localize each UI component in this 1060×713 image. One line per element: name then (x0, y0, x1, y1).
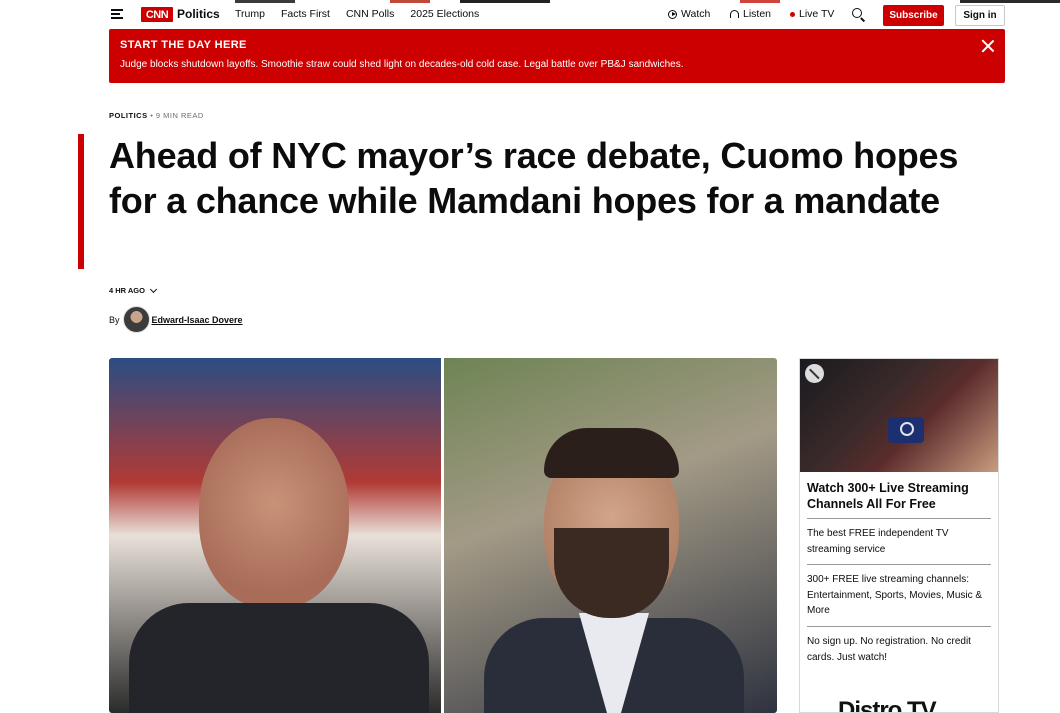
ad-item-2: 300+ FREE live streaming channels: Enter… (807, 564, 991, 619)
nav-item-2025-elections[interactable]: 2025 Elections (410, 8, 479, 20)
subscribe-button[interactable]: Subscribe (883, 5, 944, 26)
author-avatar[interactable] (122, 306, 150, 333)
ad-video[interactable] (800, 359, 998, 472)
byline: By Edward-Isaac Dovere (109, 306, 243, 333)
timestamp-text: 4 HR AGO (109, 286, 145, 295)
site-header: CNN Politics Trump Facts First CNN Polls… (0, 3, 1060, 27)
distro-tv-logo: Distro TV (838, 697, 937, 713)
byline-prefix: By (109, 314, 120, 325)
top-nav: Trump Facts First CNN Polls 2025 Electio… (235, 8, 479, 20)
author-link[interactable]: Edward-Isaac Dovere (152, 315, 243, 325)
cnn-logo[interactable]: CNN (141, 7, 173, 22)
headphones-icon (730, 10, 739, 18)
article-section[interactable]: POLITICS (109, 111, 148, 120)
nav-item-cnn-polls[interactable]: CNN Polls (346, 8, 394, 20)
ring-box-image (888, 417, 924, 443)
nav-item-trump[interactable]: Trump (235, 8, 265, 20)
eyebrow-separator: • (150, 111, 154, 120)
article-timestamp[interactable]: 4 HR AGO (109, 285, 158, 295)
watch-label: Watch (681, 8, 711, 20)
banner-text[interactable]: Judge blocks shutdown layoffs. Smoothie … (120, 59, 683, 70)
article-headline: Ahead of NYC mayor’s race debate, Cuomo … (109, 135, 959, 221)
sign-in-button[interactable]: Sign in (955, 5, 1005, 26)
advertisement[interactable]: Watch 300+ Live Streaming Channels All F… (799, 358, 999, 713)
mute-icon[interactable] (805, 364, 824, 383)
play-icon (668, 9, 677, 19)
watch-button[interactable]: Watch (668, 8, 710, 20)
banner-kicker: START THE DAY HERE (120, 39, 247, 51)
close-icon[interactable] (981, 39, 995, 53)
listen-label: Listen (743, 8, 772, 20)
ad-item-1: The best FREE independent TV streaming s… (807, 518, 991, 557)
menu-icon[interactable] (111, 9, 123, 19)
lead-image-right-photo (444, 358, 777, 713)
live-tv-label: Live TV (799, 8, 835, 20)
live-tv-button[interactable]: Live TV (790, 8, 834, 20)
live-dot-icon (790, 11, 795, 17)
section-title[interactable]: Politics (177, 7, 220, 21)
nav-item-facts-first[interactable]: Facts First (281, 8, 330, 20)
listen-button[interactable]: Listen (730, 8, 771, 20)
lead-image-left-photo (109, 358, 441, 713)
ad-item-3: No sign up. No registration. No credit c… (807, 626, 991, 665)
read-time: 9 MIN READ (155, 111, 204, 120)
lead-image (109, 358, 777, 713)
article-eyebrow: POLITICS • 9 MIN READ (109, 111, 204, 120)
ad-title[interactable]: Watch 300+ Live Streaming Channels All F… (807, 480, 992, 512)
chevron-down-icon (149, 285, 158, 293)
search-icon[interactable] (852, 8, 862, 18)
headline-accent-bar (78, 134, 84, 269)
start-the-day-banner[interactable]: START THE DAY HERE Judge blocks shutdown… (109, 29, 1005, 83)
